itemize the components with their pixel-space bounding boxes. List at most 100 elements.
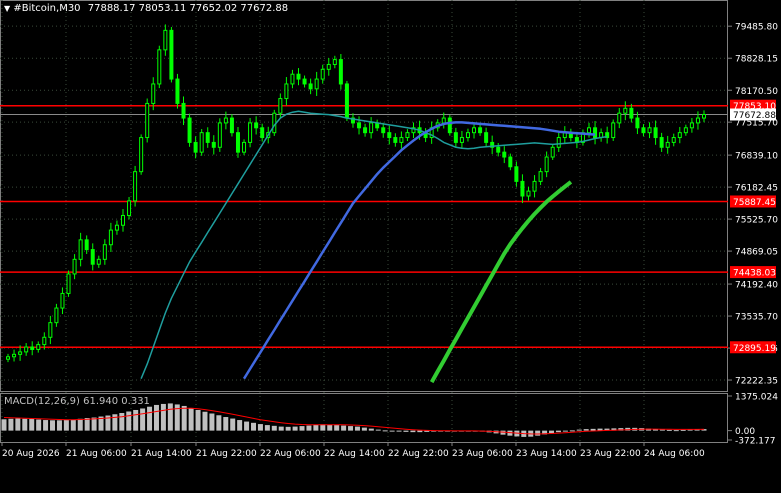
macd-bar xyxy=(341,425,347,431)
x-tick-label: 22 Aug 22:00 xyxy=(388,449,449,459)
macd-bar xyxy=(195,409,201,431)
grid xyxy=(0,0,728,442)
candle-body xyxy=(24,346,29,353)
candle-body xyxy=(459,137,464,143)
candle-body xyxy=(332,59,337,65)
macd-bar xyxy=(209,413,215,431)
macd-bar xyxy=(389,430,395,432)
candle-body xyxy=(284,83,289,100)
trading-chart[interactable]: 79485.80 78828.15 78170.50 77515.70 76839.10… xyxy=(0,0,781,489)
candle-body xyxy=(235,132,240,153)
candles xyxy=(6,24,706,363)
candle-body xyxy=(66,273,71,294)
horizontal-levels xyxy=(0,104,728,349)
candle-body xyxy=(229,117,234,134)
main-pane-frame xyxy=(0,0,728,392)
y-tick-label: 72222.35 xyxy=(735,377,778,387)
candle-body xyxy=(683,127,688,134)
symbol-label: #Bitcoin,M30 xyxy=(13,3,81,14)
candle-body xyxy=(54,307,59,324)
candle-body xyxy=(90,249,95,265)
symbol-header[interactable]: ▼ #Bitcoin,M30 77888.17 78053.11 77652.0… xyxy=(4,3,288,14)
candle-body xyxy=(653,127,658,139)
candle-body xyxy=(242,141,247,153)
candle-body xyxy=(496,146,501,153)
macd-y-tick-label: 1375.024 xyxy=(735,393,778,403)
macd-bar xyxy=(140,408,146,431)
candle-body xyxy=(96,258,101,265)
y-tick-label: 79485.80 xyxy=(735,23,778,33)
candle-body xyxy=(635,117,640,129)
candle-body xyxy=(36,344,41,350)
macd-bar xyxy=(36,419,42,431)
candle-body xyxy=(18,351,23,355)
macd-bar xyxy=(375,429,381,431)
macd-bar xyxy=(119,412,125,431)
candle-body xyxy=(702,113,706,119)
macd-bar xyxy=(590,428,596,431)
candle-body xyxy=(133,171,138,202)
candle-body xyxy=(344,83,349,119)
macd-bar xyxy=(555,430,561,433)
price-axis[interactable]: 79485.8078828.1578170.5077515.7076839.10… xyxy=(728,23,778,447)
candle-body xyxy=(278,98,283,114)
macd-bar xyxy=(29,419,35,431)
moving-averages xyxy=(140,110,608,384)
macd-bar xyxy=(334,425,340,431)
chart-canvas[interactable]: 79485.8078828.1578170.5077515.7076839.10… xyxy=(0,0,781,489)
candle-body xyxy=(114,224,119,231)
candle-body xyxy=(151,83,156,104)
macd-bar xyxy=(535,430,541,436)
y-tick-label: 76182.45 xyxy=(735,184,778,194)
x-tick-label: 22 Aug 14:00 xyxy=(324,449,385,459)
macd-bar xyxy=(147,406,153,431)
candle-body xyxy=(623,107,628,114)
x-tick-label: 20 Aug 2026 xyxy=(2,449,60,459)
macd-bar xyxy=(368,428,374,431)
candle-body xyxy=(308,83,313,90)
candle-body xyxy=(6,356,10,360)
macd-bar xyxy=(216,415,222,431)
x-tick-label: 21 Aug 22:00 xyxy=(196,449,257,459)
macd-bar xyxy=(562,430,568,432)
candle-body xyxy=(272,112,277,134)
macd-bar xyxy=(126,411,132,431)
macd-bar xyxy=(188,407,194,431)
x-tick-label: 21 Aug 06:00 xyxy=(66,449,127,459)
macd-bar xyxy=(299,426,305,431)
candle-body xyxy=(399,137,404,143)
candle-body xyxy=(48,322,53,338)
x-tick-label: 23 Aug 14:00 xyxy=(516,449,577,459)
ma-line xyxy=(140,110,608,379)
macd-label: MACD(12,26,9) 61.940 0.331 xyxy=(4,396,150,407)
candle-body xyxy=(502,151,507,158)
candle-body xyxy=(145,102,150,139)
triangle-down-icon[interactable]: ▼ xyxy=(4,4,10,13)
candle-body xyxy=(296,73,301,80)
macd-bar xyxy=(77,418,83,431)
macd-bar xyxy=(1,419,7,431)
macd-bar xyxy=(396,430,402,432)
macd-bar xyxy=(160,403,166,431)
candle-body xyxy=(677,132,682,139)
candle-body xyxy=(326,63,331,70)
candle-body xyxy=(695,117,700,124)
candle-body xyxy=(139,137,144,173)
candle-body xyxy=(102,244,107,260)
candle-body xyxy=(587,127,592,134)
candle-body xyxy=(617,112,622,124)
macd-bar xyxy=(659,429,665,431)
macd-bar xyxy=(8,418,14,431)
macd-bar xyxy=(112,414,118,431)
macd-bar xyxy=(271,425,277,431)
macd-bar xyxy=(63,420,69,431)
time-axis[interactable]: 20 Aug 2026 21 Aug 06:00 21 Aug 14:00 21 Au… xyxy=(1,442,705,459)
candle-body xyxy=(665,141,670,148)
level-price-label: 75887.45 xyxy=(733,198,776,208)
candle-body xyxy=(84,239,89,251)
candle-body xyxy=(593,127,598,139)
candle-body xyxy=(556,137,561,148)
candle-body xyxy=(157,49,162,85)
y-tick-label: 74192.40 xyxy=(735,281,778,291)
macd-bar xyxy=(680,429,686,431)
